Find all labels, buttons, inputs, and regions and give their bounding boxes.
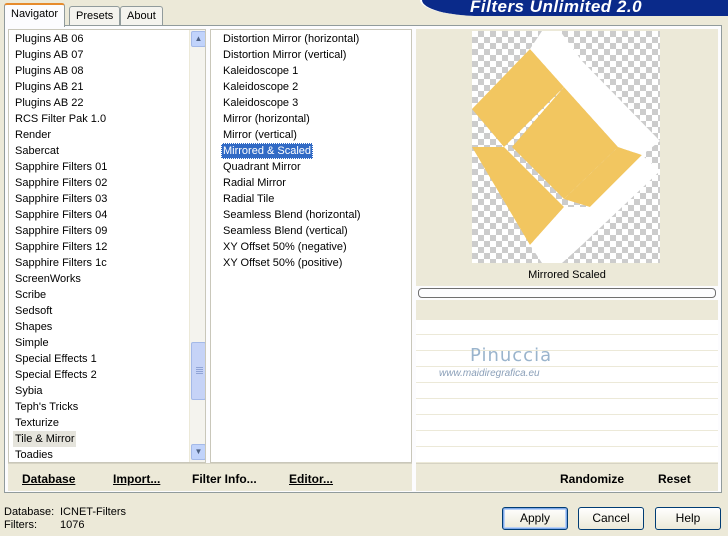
app-title: Filters Unlimited 2.0 xyxy=(470,0,643,16)
database-button[interactable]: Database xyxy=(22,472,75,486)
editor-button[interactable]: Editor... xyxy=(289,472,333,486)
preview-filter-name: Mirrored Scaled xyxy=(416,264,718,286)
arrow-up-icon[interactable]: ▲ xyxy=(191,31,205,47)
category-list-item[interactable]: Sapphire Filters 04 xyxy=(13,207,109,223)
mirrored-diamond-shapes xyxy=(472,31,660,263)
randomize-button[interactable]: Randomize xyxy=(560,472,624,486)
category-list-item[interactable]: Texturize xyxy=(13,415,61,431)
category-list-item[interactable]: Plugins AB 06 xyxy=(13,31,86,47)
import-label: Import... xyxy=(113,472,161,486)
category-list-item[interactable]: Teph's Tricks xyxy=(13,399,80,415)
scrollbar-thumb[interactable] xyxy=(191,342,205,400)
filter-list-item[interactable]: Radial Mirror xyxy=(221,175,288,191)
category-list-item[interactable]: Special Effects 1 xyxy=(13,351,99,367)
category-list-item[interactable]: Render xyxy=(13,127,53,143)
tab-navigator[interactable]: Navigator xyxy=(4,3,66,27)
filter-list-item[interactable]: Mirror (vertical) xyxy=(221,127,299,143)
filter-list-item[interactable]: Mirror (horizontal) xyxy=(221,111,312,127)
category-list-item[interactable]: Plugins AB 21 xyxy=(13,79,86,95)
filter-info-button[interactable]: Filter Info... xyxy=(192,472,257,486)
tab-presets[interactable]: Presets xyxy=(69,6,121,26)
category-list-item[interactable]: RCS Filter Pak 1.0 xyxy=(13,111,108,127)
filter-list-item[interactable]: Kaleidoscope 1 xyxy=(221,63,300,79)
category-list-item[interactable]: Shapes xyxy=(13,319,54,335)
category-list-item[interactable]: Tile & Mirror xyxy=(13,431,77,447)
filter-list-item[interactable]: XY Offset 50% (positive) xyxy=(221,255,344,271)
filter-list-item[interactable]: Quadrant Mirror xyxy=(221,159,303,175)
parameter-row[interactable] xyxy=(416,416,718,431)
category-list-item[interactable]: Sabercat xyxy=(13,143,61,159)
category-list-item[interactable]: Sapphire Filters 01 xyxy=(13,159,109,175)
filter-list-item[interactable]: Seamless Blend (vertical) xyxy=(221,223,350,239)
category-list-item[interactable]: Scribe xyxy=(13,287,48,303)
database-label: Database xyxy=(22,472,76,486)
filter-list-item[interactable]: XY Offset 50% (negative) xyxy=(221,239,349,255)
editor-label: Editor... xyxy=(289,472,334,486)
tab-about[interactable]: About xyxy=(120,6,163,26)
category-list-item[interactable]: Sapphire Filters 02 xyxy=(13,175,109,191)
status-filters-value: 1076 xyxy=(60,519,85,531)
category-list-item[interactable]: Sapphire Filters 03 xyxy=(13,191,109,207)
watermark-url: www.maidiregrafica.eu xyxy=(439,368,540,379)
preview-image xyxy=(472,31,660,263)
parameter-row[interactable] xyxy=(416,384,718,399)
progress-bar xyxy=(418,288,716,298)
parameter-area xyxy=(416,320,718,463)
filter-list-item[interactable]: Distortion Mirror (vertical) xyxy=(221,47,348,63)
category-list-item[interactable]: Toadies xyxy=(13,447,55,462)
arrow-down-icon[interactable]: ▼ xyxy=(191,444,205,460)
apply-button[interactable]: Apply xyxy=(502,507,568,530)
parameter-row[interactable] xyxy=(416,336,718,351)
help-button[interactable]: Help xyxy=(655,507,721,530)
category-list-item[interactable]: Simple xyxy=(13,335,51,351)
parameter-row[interactable] xyxy=(416,448,718,463)
parameter-row[interactable] xyxy=(416,352,718,367)
filter-list-item[interactable]: Radial Tile xyxy=(221,191,276,207)
status-database-label: Database: xyxy=(4,506,55,518)
filter-info-label: Filter Info... xyxy=(192,472,257,486)
status-database-value: ICNET-Filters xyxy=(60,506,126,518)
category-list[interactable]: Plugins AB 06 Plugins AB 07 Plugins AB 08 P… xyxy=(8,29,206,463)
right-toolbar: Randomize Reset xyxy=(416,463,718,491)
category-list-item[interactable]: Sybia xyxy=(13,383,45,399)
left-toolbar: Database Import... Filter Info... Editor… xyxy=(8,463,412,491)
filter-list-item[interactable]: Seamless Blend (horizontal) xyxy=(221,207,363,223)
category-list-item[interactable]: ScreenWorks xyxy=(13,271,83,287)
category-list-item[interactable]: Special Effects 2 xyxy=(13,367,99,383)
category-list-item[interactable]: Sapphire Filters 1c xyxy=(13,255,109,271)
filter-list[interactable]: Distortion Mirror (horizontal) Distortion… xyxy=(210,29,412,463)
cancel-button[interactable]: Cancel xyxy=(578,507,644,530)
category-list-item[interactable]: Plugins AB 22 xyxy=(13,95,86,111)
status-filters-label: Filters: xyxy=(4,519,37,531)
category-list-item[interactable]: Plugins AB 08 xyxy=(13,63,86,79)
filter-list-item[interactable]: Kaleidoscope 2 xyxy=(221,79,300,95)
reset-button[interactable]: Reset xyxy=(658,472,691,486)
parameter-row[interactable] xyxy=(416,432,718,447)
parameter-row[interactable] xyxy=(416,400,718,415)
category-list-item[interactable]: Sapphire Filters 09 xyxy=(13,223,109,239)
category-list-item[interactable]: Plugins AB 07 xyxy=(13,47,86,63)
category-list-item[interactable]: Sapphire Filters 12 xyxy=(13,239,109,255)
category-scrollbar[interactable]: ▲ ▼ xyxy=(189,30,205,462)
parameter-row[interactable] xyxy=(416,320,718,335)
filter-list-item[interactable]: Mirrored & Scaled xyxy=(221,143,314,159)
filter-list-item[interactable]: Kaleidoscope 3 xyxy=(221,95,300,111)
category-list-item[interactable]: Sedsoft xyxy=(13,303,54,319)
import-button[interactable]: Import... xyxy=(113,472,160,486)
watermark-name: Pinuccia xyxy=(470,345,553,366)
filter-list-item[interactable]: Distortion Mirror (horizontal) xyxy=(221,31,361,47)
